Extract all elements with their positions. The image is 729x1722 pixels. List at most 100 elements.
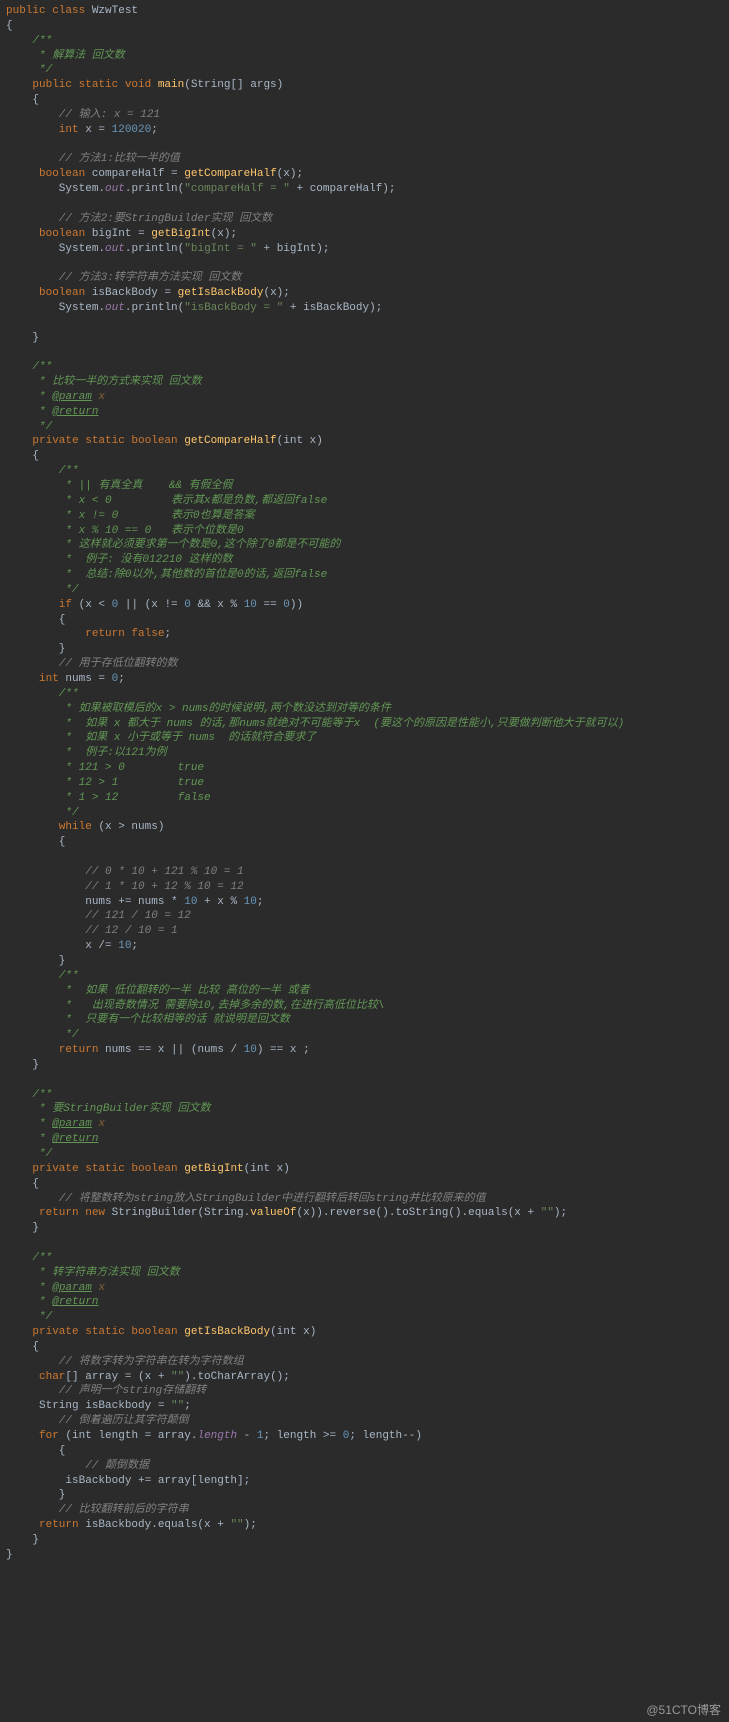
comment: // 比较翻转前后的字符串 — [6, 1504, 189, 1516]
string: "" — [230, 1519, 243, 1531]
doc-comment: */ — [6, 584, 79, 596]
comment: // 倒着遍历让其字符颠倒 — [6, 1415, 189, 1427]
doc-comment: * || 有真全真 && 有假全假 — [6, 480, 233, 492]
comment: // 方法3:转字符串方法实现 回文数 — [6, 272, 241, 284]
doc-comment: * — [6, 406, 52, 418]
brace: { — [6, 20, 13, 32]
code: (x < — [79, 599, 112, 611]
brace: { — [6, 1445, 65, 1457]
keyword: char — [6, 1371, 65, 1383]
code: ) — [283, 1163, 290, 1175]
brace: { — [6, 614, 65, 626]
doc-comment: * 如果 x 小于或等于 nums 的话就符合要求了 — [6, 732, 316, 744]
brace: { — [6, 1178, 39, 1190]
comment: // 121 / 10 = 12 — [6, 910, 191, 922]
comment: // 将数字转为字符串在转为字符数组 — [6, 1356, 244, 1368]
string: "compareHalf = " — [184, 183, 290, 195]
code: || (x != — [118, 599, 184, 611]
doc-tag: @return — [52, 406, 98, 418]
doc-comment: * 如果被取模后的x > nums的时候说明,两个数没达到对等的条件 — [6, 703, 391, 715]
number: 120020 — [112, 124, 152, 136]
field: out — [105, 183, 125, 195]
comment: // 方法2:要StringBuilder实现 回文数 — [6, 213, 272, 225]
code: (x); — [277, 168, 303, 180]
class-name: WzwTest — [92, 5, 138, 17]
doc-tag: @param — [52, 391, 92, 403]
comment: // 方法1:比较一半的值 — [6, 153, 180, 165]
code: + isBackBody); — [283, 302, 382, 314]
code: ); — [554, 1207, 567, 1219]
comment: // 颠倒数据 — [6, 1460, 149, 1472]
brace: } — [6, 955, 65, 967]
doc-comment: * 121 > 0 true — [6, 762, 204, 774]
string: "" — [171, 1400, 184, 1412]
method-name: main — [158, 79, 184, 91]
var: bigInt = — [92, 228, 151, 240]
doc-comment: /** — [6, 1252, 52, 1264]
brace: } — [6, 1534, 39, 1546]
code: .println( — [125, 183, 184, 195]
brace: } — [6, 1489, 65, 1501]
number: 10 — [184, 896, 197, 908]
method-name: getIsBackBody — [184, 1326, 270, 1338]
doc-comment: * — [6, 1118, 52, 1130]
keyword: public class — [6, 5, 92, 17]
doc-param: x — [92, 1282, 105, 1294]
doc-comment: * 如果 x 都大于 nums 的话,那nums就绝对不可能等于x (要这个的原… — [6, 718, 624, 730]
code-editor[interactable]: public class WzwTest { /** * 解算法 回文数 */ … — [0, 0, 729, 1567]
doc-comment: * 这样就必须要求第一个数是0,这个除了0都是不可能的 — [6, 539, 340, 551]
doc-comment: * — [6, 391, 52, 403]
method-call: valueOf — [250, 1207, 296, 1219]
doc-comment: */ — [6, 1311, 52, 1323]
doc-comment: * 转字符串方法实现 回文数 — [6, 1267, 180, 1279]
string: "bigInt = " — [184, 243, 257, 255]
code: (int — [244, 1163, 277, 1175]
semi: ; — [118, 673, 125, 685]
comment: // 声明一个string存储翻转 — [6, 1385, 206, 1397]
code: )) — [290, 599, 303, 611]
var: nums = — [65, 673, 111, 685]
code: x /= — [6, 940, 118, 952]
number: 0 — [184, 599, 191, 611]
var: isBackBody = — [92, 287, 178, 299]
string: "" — [541, 1207, 554, 1219]
code: ) == x ; — [257, 1044, 310, 1056]
comment: // 将整数转为string放入StringBuilder中进行翻转后转回str… — [6, 1193, 486, 1205]
code: + x % — [197, 896, 243, 908]
comment: // 输入: x = 121 — [6, 109, 160, 121]
doc-comment: /** — [6, 465, 79, 477]
brace: { — [6, 94, 39, 106]
doc-tag: @param — [52, 1118, 92, 1130]
number: 1 — [257, 1430, 264, 1442]
code: (x); — [263, 287, 289, 299]
brace: { — [6, 836, 65, 848]
code: ).toCharArray(); — [184, 1371, 290, 1383]
doc-comment: * 解算法 回文数 — [6, 50, 125, 62]
doc-tag: @param — [52, 1282, 92, 1294]
doc-comment: * — [6, 1296, 52, 1308]
doc-comment: * 比较一半的方式来实现 回文数 — [6, 376, 202, 388]
doc-comment: * 只要有一个比较相等的话 就说明是回文数 — [6, 1014, 290, 1026]
code: System. — [6, 243, 105, 255]
code: (x)).reverse().toString().equals(x + — [296, 1207, 540, 1219]
params: (String[] args) — [184, 79, 283, 91]
doc-comment: * 出现奇数情况 需要除10,去掉多余的数,在进行高低位比较\ — [6, 1000, 384, 1012]
code: isBackbody += array[length]; — [6, 1475, 250, 1487]
string: "isBackBody = " — [184, 302, 283, 314]
comment: // 用于存低位翻转的数 — [6, 658, 178, 670]
code: length = array. — [98, 1430, 197, 1442]
doc-comment: */ — [6, 64, 52, 76]
code: nums == x || (nums / — [105, 1044, 244, 1056]
brace: { — [6, 1341, 39, 1353]
doc-comment: /** — [6, 688, 79, 700]
doc-comment: /** — [6, 970, 79, 982]
doc-comment: /** — [6, 1089, 52, 1101]
code: - — [237, 1430, 257, 1442]
method-name: getBigInt — [184, 1163, 243, 1175]
var: compareHalf = — [92, 168, 184, 180]
keyword: if — [6, 599, 79, 611]
keyword: return new — [6, 1207, 112, 1219]
method-call: getIsBackBody — [178, 287, 264, 299]
number: 10 — [244, 896, 257, 908]
code: (int — [270, 1326, 303, 1338]
